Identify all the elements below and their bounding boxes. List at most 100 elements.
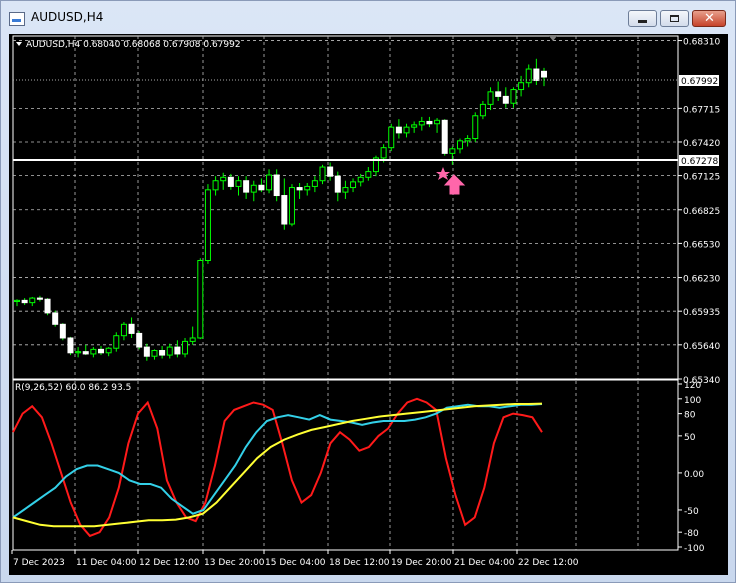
candle-body xyxy=(502,95,509,104)
candle-body xyxy=(510,89,517,104)
candle xyxy=(403,123,410,138)
close-button[interactable]: ✕ xyxy=(692,10,726,27)
candle-body xyxy=(227,176,234,187)
title-bar[interactable]: AUDUSD,H4 ✕ xyxy=(1,1,735,35)
candle-body xyxy=(220,176,227,182)
candle-body xyxy=(151,350,158,357)
candle-body xyxy=(120,323,127,337)
time-tick-label: 13 Dec 20:00 xyxy=(204,558,265,568)
time-tick-label: 12 Dec 12:00 xyxy=(139,558,200,568)
candle-body xyxy=(243,180,250,193)
candle xyxy=(36,295,43,302)
candle xyxy=(296,183,303,199)
candle xyxy=(212,176,219,196)
candle-body xyxy=(273,174,280,197)
candle-body xyxy=(441,119,448,154)
candle-body xyxy=(82,351,89,355)
symbol-info-label: AUDUSD,H4 0.68040 0.68068 0.67908 0.6799… xyxy=(26,40,241,50)
chart-canvas[interactable]: AUDUSD,H4 0.68040 0.68068 0.67908 0.6799… xyxy=(9,34,728,575)
candle xyxy=(533,58,540,85)
candle xyxy=(434,118,441,133)
candle-body xyxy=(281,195,288,225)
chart-area[interactable]: AUDUSD,H4 0.68040 0.68068 0.67908 0.6799… xyxy=(9,34,728,575)
candle-body xyxy=(235,180,242,187)
candle-body xyxy=(518,82,525,91)
candle-body xyxy=(258,184,265,191)
price-tick-label: 0.65640 xyxy=(683,342,720,352)
candle-body xyxy=(327,166,334,177)
price-tick-label: 0.67715 xyxy=(683,105,720,115)
candle-body xyxy=(487,91,494,105)
candle xyxy=(174,340,181,358)
time-tick-label: 15 Dec 04:00 xyxy=(265,558,326,568)
candle-body xyxy=(159,350,166,356)
candle-body xyxy=(334,175,341,193)
price-tick-label: 0.67420 xyxy=(683,139,720,149)
candle-body xyxy=(197,259,204,339)
indicator-line-cyan xyxy=(12,403,543,519)
candle xyxy=(327,162,334,181)
candle xyxy=(189,326,196,345)
candle xyxy=(98,345,105,356)
candle-body xyxy=(296,187,303,191)
candle xyxy=(67,336,74,356)
candle-body xyxy=(204,189,211,261)
candle xyxy=(120,322,127,341)
restore-button[interactable] xyxy=(660,10,689,27)
candle xyxy=(14,299,20,307)
candle xyxy=(227,173,234,190)
candle xyxy=(90,347,97,358)
candle-body xyxy=(365,171,372,178)
candle xyxy=(281,178,288,230)
price-tick-label: 0.66530 xyxy=(683,240,720,250)
candle-body xyxy=(426,120,433,125)
candle-body xyxy=(541,70,547,78)
indicator-tick-label: 0.00 xyxy=(684,470,704,480)
time-tick-label: 19 Dec 20:00 xyxy=(391,558,452,568)
candle xyxy=(304,183,311,196)
chart-window-icon xyxy=(9,12,25,26)
time-tick-label: 7 Dec 2023 xyxy=(13,558,65,568)
candles xyxy=(14,58,547,361)
candle-body xyxy=(380,147,387,159)
candle xyxy=(197,258,204,340)
candle xyxy=(541,67,547,87)
up-arrow-icon xyxy=(443,174,466,195)
window-title: AUDUSD,H4 xyxy=(31,10,104,24)
candle xyxy=(59,323,66,341)
candle xyxy=(151,349,158,360)
candle-body xyxy=(36,297,43,300)
indicator-axis: 120 100 80 50 0.00 -50 -80 -100 xyxy=(678,381,705,554)
indicator-tick-label: 80 xyxy=(684,411,696,421)
candle xyxy=(510,87,517,108)
candle xyxy=(388,123,395,152)
candle-body xyxy=(14,299,20,303)
candle xyxy=(441,119,448,156)
time-tick-label: 11 Dec 04:00 xyxy=(76,558,137,568)
minimize-icon xyxy=(638,20,647,23)
dropdown-triangle-icon[interactable] xyxy=(16,42,22,46)
minimize-button[interactable] xyxy=(628,10,657,27)
candle xyxy=(75,347,82,358)
candle-body xyxy=(395,126,402,134)
candle xyxy=(105,347,112,357)
candle-body xyxy=(98,348,105,354)
price-tick-label: 0.66825 xyxy=(683,207,720,217)
candle-body xyxy=(189,337,196,342)
candle xyxy=(426,116,433,128)
candle xyxy=(243,176,250,199)
candle xyxy=(479,100,486,120)
candle-body xyxy=(479,103,486,117)
candle-body xyxy=(250,184,257,193)
candle-body xyxy=(212,180,219,191)
candle xyxy=(159,345,166,359)
candle xyxy=(204,184,211,264)
candle-body xyxy=(174,346,181,355)
candle-body xyxy=(357,176,364,183)
candle-body xyxy=(90,348,97,355)
price-tick-label: 0.68310 xyxy=(683,38,720,48)
indicator-tick-label: 50 xyxy=(684,433,696,443)
candle-body xyxy=(59,323,66,339)
candle-body xyxy=(533,68,540,81)
indicator-tick-label: 100 xyxy=(684,396,701,406)
